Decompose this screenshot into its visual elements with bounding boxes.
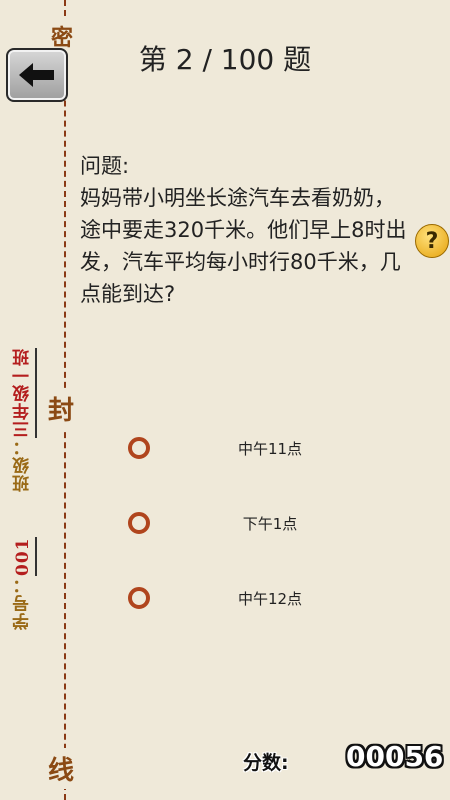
question-block: 问题: 妈妈带小明坐长途汽车去看奶奶，途中要走320千米。他们早上8时出发，汽车…	[80, 150, 410, 310]
question-mark-icon: ?	[425, 228, 439, 254]
help-button[interactable]: ?	[415, 224, 449, 258]
answer-option-3[interactable]: 中午12点	[120, 580, 410, 616]
question-text: 妈妈带小明坐长途汽车去看奶奶，途中要走320千米。他们早上8时出发，汽车平均每小…	[80, 186, 407, 306]
answer-option-label: 下午1点	[242, 514, 298, 533]
question-label: 问题:	[80, 154, 130, 178]
answer-option-2[interactable]: 下午1点	[120, 505, 410, 541]
answer-option-label: 中午11点	[237, 439, 303, 458]
answer-option-1[interactable]: 中午11点	[120, 430, 410, 466]
seal-char-feng: 封	[48, 388, 75, 429]
class-value: 三年级一班	[13, 348, 37, 438]
page-title: 第 2 / 100 题	[138, 43, 312, 76]
score-label: 分数:	[243, 752, 289, 774]
score-value: 00056	[346, 740, 444, 773]
seal-char-xian: 线	[48, 748, 75, 789]
class-label: 班级：	[13, 438, 33, 492]
student-id-field: 学号：001	[10, 520, 37, 630]
student-id-value: 001	[13, 537, 37, 576]
answer-option-label: 中午12点	[237, 589, 303, 608]
student-id-label: 学号：	[13, 576, 33, 630]
class-field: 班级：三年级一班	[10, 312, 37, 492]
